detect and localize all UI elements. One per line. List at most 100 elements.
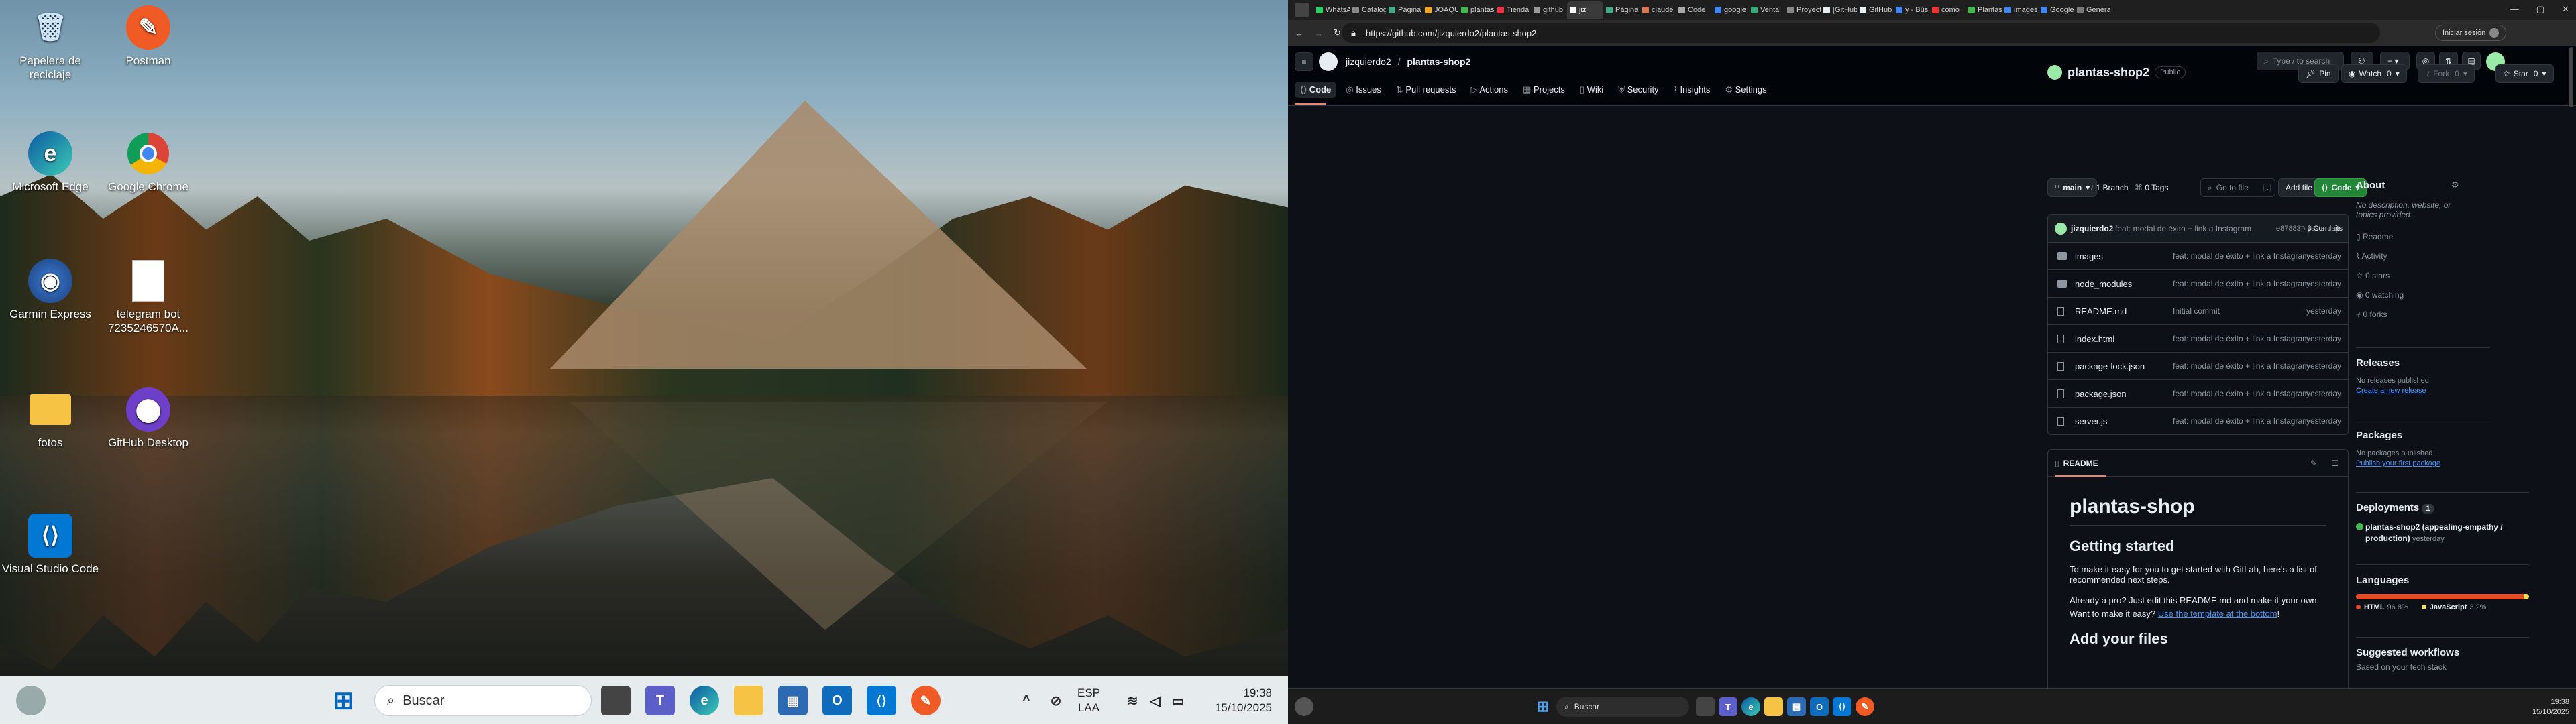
file-name[interactable]: index.html xyxy=(2075,334,2114,344)
tab-insights[interactable]: ⌇ Insights xyxy=(1668,82,1716,98)
teams-icon[interactable]: T xyxy=(645,686,675,715)
language-indicator[interactable]: ESP LAA xyxy=(1077,686,1100,715)
browser-tab[interactable]: Página xyxy=(1386,1,1422,19)
back-icon[interactable]: ← xyxy=(1295,28,1303,38)
table-row[interactable]: package-lock.json feat: modal de éxito + … xyxy=(2048,352,2348,379)
postman-taskbar-icon[interactable]: ✎ xyxy=(911,686,941,715)
go-to-file-input[interactable]: ⌕ Go to file t xyxy=(2200,178,2275,197)
readme-tab[interactable]: README xyxy=(2063,459,2098,468)
desktop-icon-edge[interactable]: e Microsoft Edge xyxy=(0,131,101,194)
about-item[interactable]: ⌇ Activity xyxy=(2356,247,2459,266)
edge-taskbar-icon[interactable]: e xyxy=(1741,697,1760,716)
tab-pull-requests[interactable]: ⇅ Pull requests xyxy=(1391,82,1462,98)
table-row[interactable]: server.js feat: modal de éxito + link a I… xyxy=(2048,407,2348,434)
edit-icon[interactable]: ✎ xyxy=(2310,459,2317,468)
store-icon[interactable]: ▦ xyxy=(778,686,808,715)
browser-tab[interactable]: Plantas xyxy=(1966,1,2002,19)
file-name[interactable]: README.md xyxy=(2075,306,2127,316)
browser-tab[interactable]: Venta xyxy=(1748,1,1784,19)
chevron-up-icon[interactable]: ^ xyxy=(1012,686,1041,715)
language-item[interactable]: JavaScript 3.2% xyxy=(2421,603,2486,611)
browser-tab[interactable]: GitHub xyxy=(1857,1,1893,19)
gear-icon[interactable]: ⚙ xyxy=(2451,180,2459,190)
file-name[interactable]: images xyxy=(2075,251,2103,261)
minimize-icon[interactable]: — xyxy=(2510,4,2519,15)
desktop-icon-chrome[interactable]: Google Chrome xyxy=(98,131,199,194)
tab-wiki[interactable]: ▯ Wiki xyxy=(1574,82,1609,98)
fork-button[interactable]: ⑂ Fork 0 ▾ xyxy=(2418,64,2475,83)
table-row[interactable]: node_modules feat: modal de éxito + link … xyxy=(2048,269,2348,297)
browser-tab[interactable]: Proyect xyxy=(1784,1,1821,19)
outlook-icon[interactable]: O xyxy=(822,686,852,715)
browser-tab[interactable]: Genera xyxy=(2074,1,2110,19)
edge-taskbar-icon[interactable]: e xyxy=(690,686,719,715)
forward-icon[interactable]: → xyxy=(1314,28,1323,38)
browser-tab[interactable]: google xyxy=(1712,1,1748,19)
tab-actions[interactable]: ▷ Actions xyxy=(1465,82,1513,98)
pin-button[interactable]: 📌︎ Pin xyxy=(2298,64,2339,83)
template-link[interactable]: Use the template at the bottom xyxy=(2158,609,2277,619)
publish-package-link[interactable]: Publish your first package xyxy=(2356,459,2490,467)
scrollbar[interactable] xyxy=(2569,47,2573,107)
close-icon[interactable]: ✕ xyxy=(2562,4,2569,15)
clock[interactable]: 19:38 15/10/2025 xyxy=(2522,697,2569,717)
tags-link[interactable]: ⌘ 0 Tags xyxy=(2135,183,2168,192)
about-item[interactable]: ▯ Readme xyxy=(2356,227,2459,247)
watch-button[interactable]: ◉ Watch 0 ▾ xyxy=(2341,64,2407,83)
taskbar-search[interactable]: ⌕ Buscar xyxy=(1556,697,1689,717)
task-view-icon[interactable] xyxy=(1696,697,1715,716)
desktop-icon-github-desktop[interactable]: ⬤ GitHub Desktop xyxy=(98,387,199,450)
branches-link[interactable]: ⑂ 1 Branch xyxy=(2089,183,2129,192)
postman-taskbar-icon[interactable]: ✎ xyxy=(1856,697,1874,716)
weather-icon[interactable] xyxy=(16,686,46,715)
commit-message[interactable]: feat: modal de éxito + link a Instagram xyxy=(2173,279,2309,288)
about-item[interactable]: ◉ 0 watching xyxy=(2356,286,2459,305)
maximize-icon[interactable]: ▢ xyxy=(2536,4,2544,15)
reload-icon[interactable]: ↻ xyxy=(1334,27,1341,38)
file-explorer-icon[interactable] xyxy=(734,686,763,715)
github-logo-icon[interactable] xyxy=(1319,52,1338,71)
commit-message[interactable]: Initial commit xyxy=(2173,306,2220,316)
about-item[interactable]: ⑂ 0 forks xyxy=(2356,305,2459,324)
privacy-icon[interactable]: ⊘ xyxy=(1041,686,1071,715)
tab-issues[interactable]: ◎ Issues xyxy=(1340,82,1387,98)
commit-message[interactable]: feat: modal de éxito + link a Instagram xyxy=(2173,389,2309,398)
file-name[interactable]: node_modules xyxy=(2075,279,2132,289)
browser-tab[interactable]: claude xyxy=(1640,1,1676,19)
file-name[interactable]: server.js xyxy=(2075,416,2107,426)
browser-tab[interactable]: jiz xyxy=(1567,1,1603,19)
table-row[interactable]: images feat: modal de éxito + link a Inst… xyxy=(2048,242,2348,269)
vscode-taskbar-icon[interactable]: ⟨⟩ xyxy=(867,686,896,715)
about-item[interactable]: ☆ 0 stars xyxy=(2356,266,2459,286)
browser-tab[interactable]: images xyxy=(2002,1,2038,19)
tab-code[interactable]: ⟨⟩ Code xyxy=(1295,82,1337,98)
browser-tab[interactable]: Catálogo xyxy=(1350,1,1386,19)
star-button[interactable]: ☆ Star 0 ▾ xyxy=(2496,64,2554,83)
clock[interactable]: 19:38 15/10/2025 xyxy=(1208,686,1272,715)
vscode-taskbar-icon[interactable]: ⟨⟩ xyxy=(1833,697,1851,716)
desktop-icon-garmin[interactable]: ◉ Garmin Express xyxy=(0,259,101,321)
browser-tab[interactable]: como xyxy=(1929,1,1966,19)
browser-tab[interactable]: WhatsApp xyxy=(1313,1,1350,19)
tab-settings[interactable]: ⚙ Settings xyxy=(1719,82,1772,98)
table-row[interactable]: index.html feat: modal de éxito + link a … xyxy=(2048,324,2348,352)
table-row[interactable]: README.md Initial commit yesterday xyxy=(2048,297,2348,324)
battery-icon[interactable]: ▭ xyxy=(1163,686,1193,715)
task-view-icon[interactable] xyxy=(601,686,631,715)
commit-message[interactable]: feat: modal de éxito + link a Instagram xyxy=(2173,416,2309,426)
browser-tab[interactable]: Tienda xyxy=(1495,1,1531,19)
table-row[interactable]: package.json feat: modal de éxito + link … xyxy=(2048,379,2348,407)
browser-tab[interactable]: [GitHub] xyxy=(1821,1,1857,19)
outlook-icon[interactable]: O xyxy=(1810,697,1829,716)
browser-tab[interactable]: Code xyxy=(1676,1,1712,19)
desktop-icon-fotos[interactable]: fotos xyxy=(0,387,101,450)
desktop-icon-telegram-file[interactable]: telegram bot 7235246570A... xyxy=(98,259,199,335)
windows-start-icon[interactable]: ⊞ xyxy=(329,686,358,715)
browser-tab[interactable]: JOAQU xyxy=(1422,1,1458,19)
create-release-link[interactable]: Create a new release xyxy=(2356,387,2490,395)
url-input[interactable]: 🔒︎ https://github.com/jizquierdo2/planta… xyxy=(1342,23,2380,43)
desktop-icon-recycle-bin[interactable]: 🗑 Papelera de reciclaje xyxy=(0,5,101,82)
browser-tab[interactable]: plantas xyxy=(1458,1,1495,19)
tab-security[interactable]: ⛨ Security xyxy=(1613,82,1664,98)
tab-projects[interactable]: ▦ Projects xyxy=(1517,82,1570,98)
